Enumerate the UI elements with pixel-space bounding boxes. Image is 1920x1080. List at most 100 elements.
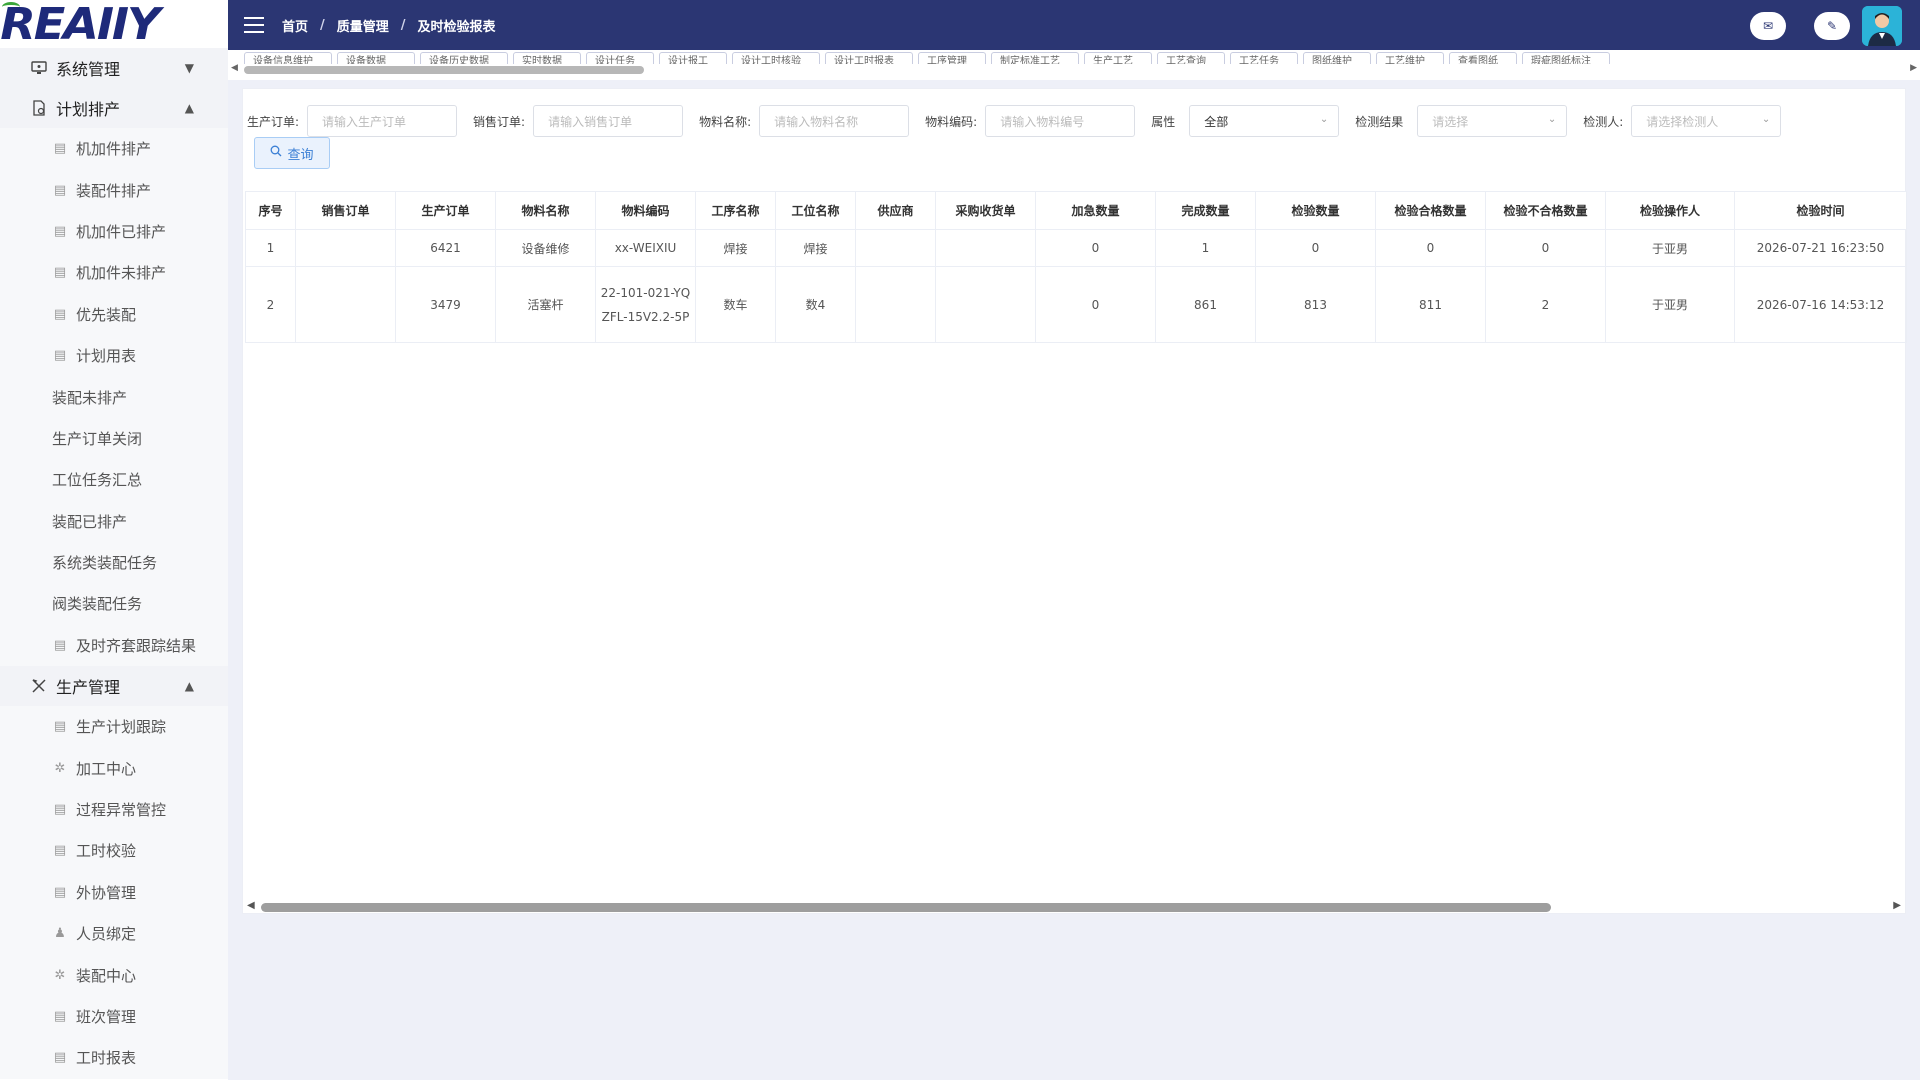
tabs-bar: ◀ 设备信息维护 设备数据 设备历史数据 实时数据 设计任务 设计报工 设计工时核验 设计工时…: [228, 50, 1920, 80]
tab-item[interactable]: 工艺查询: [1157, 52, 1225, 64]
sidebar-item[interactable]: ▤ 装配件排产: [0, 169, 228, 211]
avatar[interactable]: [1862, 6, 1902, 46]
sidebar-item[interactable]: 阀类装配任务: [0, 583, 228, 625]
column-header: 物料编码: [595, 191, 696, 230]
sidebar: REAIIY 系统管理 ▼ 计划排产 ▲ ▤ 机加件排产 ▤ 装配件排产 ▤ 机加件已排产…: [0, 0, 228, 1080]
mail-button[interactable]: ✉: [1750, 12, 1786, 40]
table-header-row: 序号 销售订单 生产订单 物料名称 物料编码 工序名称 工位名称 供应商 采购收货单 加急数量 完成…: [245, 191, 1907, 230]
tab-item[interactable]: 图纸维护: [1303, 52, 1371, 64]
sidebar-item[interactable]: ▤ 机加件排产: [0, 128, 228, 170]
production-order-input[interactable]: 请输入生产订单: [307, 105, 458, 137]
tab-item[interactable]: 设计任务: [586, 52, 654, 64]
material-code-input[interactable]: 请输入物料编号: [985, 105, 1136, 137]
table-scroll-left-icon[interactable]: ◀: [247, 900, 255, 911]
table-cell: 于亚男: [1605, 229, 1735, 267]
inspector-select[interactable]: 请选择检测人 ⌄: [1631, 105, 1782, 137]
tab-item[interactable]: 设计工时核验: [732, 52, 820, 64]
sidebar-item-label: 计划用表: [76, 347, 137, 366]
sidebar-item[interactable]: ▤ 生产计划跟踪: [0, 706, 228, 748]
result-select-placeholder: 请选择: [1432, 114, 1469, 129]
sidebar-item[interactable]: ▤ 计划用表: [0, 334, 228, 377]
sidebar-item[interactable]: 生产订单关闭: [0, 417, 228, 460]
sidebar-item[interactable]: 工位任务汇总: [0, 459, 228, 501]
tab-item[interactable]: 查看图纸: [1449, 52, 1517, 64]
sidebar-item[interactable]: ▤ 外协管理: [0, 871, 228, 914]
logo-text: REAIIY: [0, 0, 160, 50]
document-icon: ▤: [53, 884, 67, 900]
logo: REAIIY: [0, 0, 228, 50]
hamburger-menu-icon[interactable]: [244, 17, 264, 33]
table-cell: [295, 229, 396, 267]
menu-group-planning[interactable]: 计划排产 ▲: [0, 88, 228, 128]
sidebar-item[interactable]: ✲ 加工中心: [0, 747, 228, 789]
tabs-scroll-left-icon[interactable]: ◀: [231, 63, 238, 73]
tab-item[interactable]: 实时数据: [513, 52, 581, 64]
table-cell: 焊接: [695, 229, 776, 267]
tab-item[interactable]: 工序管理: [918, 52, 986, 64]
tabs-scroll-right-icon[interactable]: ▶: [1910, 63, 1917, 73]
table-cell: 1: [1155, 229, 1256, 267]
query-button-label: 查询: [287, 147, 314, 163]
breadcrumb-quality[interactable]: 质量管理: [337, 16, 389, 35]
sidebar-item[interactable]: ▤ 工时校验: [0, 830, 228, 872]
sidebar-item-label: 装配中心: [76, 966, 137, 985]
column-header: 检验不合格数量: [1485, 191, 1606, 230]
document-icon: ▤: [53, 1050, 67, 1066]
tab-item[interactable]: 生产工艺: [1084, 52, 1152, 64]
table-cell: 813: [1255, 266, 1376, 343]
sidebar-item[interactable]: ▤ 班次管理: [0, 995, 228, 1038]
sidebar-item[interactable]: ▤ 及时齐套跟踪结果: [0, 624, 228, 667]
table-scroll-right-icon[interactable]: ▶: [1893, 900, 1901, 911]
sidebar-item[interactable]: 装配已排产: [0, 500, 228, 542]
tab-item[interactable]: 制定标准工艺: [991, 52, 1079, 64]
menu-group-production[interactable]: 生产管理 ▲: [0, 666, 228, 707]
table-cell: 22-101-021-YQZFL-15V2.2-5P: [595, 266, 696, 343]
sidebar-item[interactable]: ♟ 人员绑定: [0, 913, 228, 955]
sidebar-item[interactable]: ▤ 工时报表: [0, 1037, 228, 1079]
menu-group-label: 生产管理: [56, 678, 121, 698]
table-cell: 0: [1035, 266, 1156, 343]
tabs-scrollbar[interactable]: [244, 66, 644, 74]
menu-group-system[interactable]: 系统管理 ▼: [0, 48, 228, 88]
filter-label: 生产订单:: [247, 114, 300, 129]
tab-item[interactable]: 设计工时报表: [825, 52, 913, 64]
breadcrumb-home[interactable]: 首页: [282, 16, 308, 35]
edit-button[interactable]: ✎: [1814, 12, 1850, 40]
table-row[interactable]: 2 3479 活塞杆 22-101-021-YQZFL-15V2.2-5P 数车 数4 0 8…: [245, 266, 1907, 343]
sidebar-item-label: 生产计划跟踪: [76, 718, 167, 737]
sales-order-input[interactable]: 请输入销售订单: [533, 105, 684, 137]
tab-item[interactable]: 设备信息维护: [244, 52, 332, 64]
document-icon: ▤: [53, 306, 67, 322]
tab-item[interactable]: 设备数据: [337, 52, 415, 64]
filter-label: 检测人:: [1583, 114, 1624, 129]
sidebar-item[interactable]: 装配未排产: [0, 376, 228, 418]
sidebar-item[interactable]: ▤ 优先装配: [0, 293, 228, 335]
table-horizontal-scrollbar[interactable]: [261, 903, 1551, 912]
tab-item[interactable]: 工艺任务: [1230, 52, 1298, 64]
column-header: 物料名称: [495, 191, 596, 230]
tab-item[interactable]: 工艺维护: [1376, 52, 1444, 64]
table-row[interactable]: 1 6421 设备维修 xx-WEIXIU 焊接 焊接 0 1 0 0 0 于亚男 2026-07-21…: [245, 229, 1907, 267]
sidebar-item-label: 工时报表: [76, 1049, 137, 1068]
material-name-input[interactable]: 请输入物料名称: [759, 105, 910, 137]
sidebar-item[interactable]: ▤ 机加件已排产: [0, 210, 228, 253]
table-cell: 2026-07-21 16:23:50: [1734, 229, 1907, 267]
query-button[interactable]: 查询: [254, 137, 330, 169]
tab-item[interactable]: 瑕疵图纸标注: [1522, 52, 1610, 64]
result-select[interactable]: 请选择 ⌄: [1417, 105, 1568, 137]
tab-item[interactable]: 设备历史数据: [420, 52, 508, 64]
column-header: 采购收货单: [935, 191, 1036, 230]
table-cell: 2: [1485, 266, 1606, 343]
sidebar-item[interactable]: 系统类装配任务: [0, 541, 228, 584]
filter-label: 属性: [1151, 114, 1176, 129]
tab-item[interactable]: 设计报工: [659, 52, 727, 64]
sidebar-item[interactable]: ▤ 机加件未排产: [0, 252, 228, 294]
sidebar-item[interactable]: ✲ 装配中心: [0, 954, 228, 996]
attribute-select[interactable]: 全部 ⌄: [1189, 105, 1340, 137]
document-icon: ▤: [53, 719, 67, 735]
user-icon: ♟: [54, 926, 66, 942]
table-cell: 数车: [695, 266, 776, 343]
document-icon: ▤: [53, 348, 67, 364]
sidebar-item[interactable]: ▤ 过程异常管控: [0, 788, 228, 831]
breadcrumb-current: 及时检验报表: [417, 19, 496, 35]
